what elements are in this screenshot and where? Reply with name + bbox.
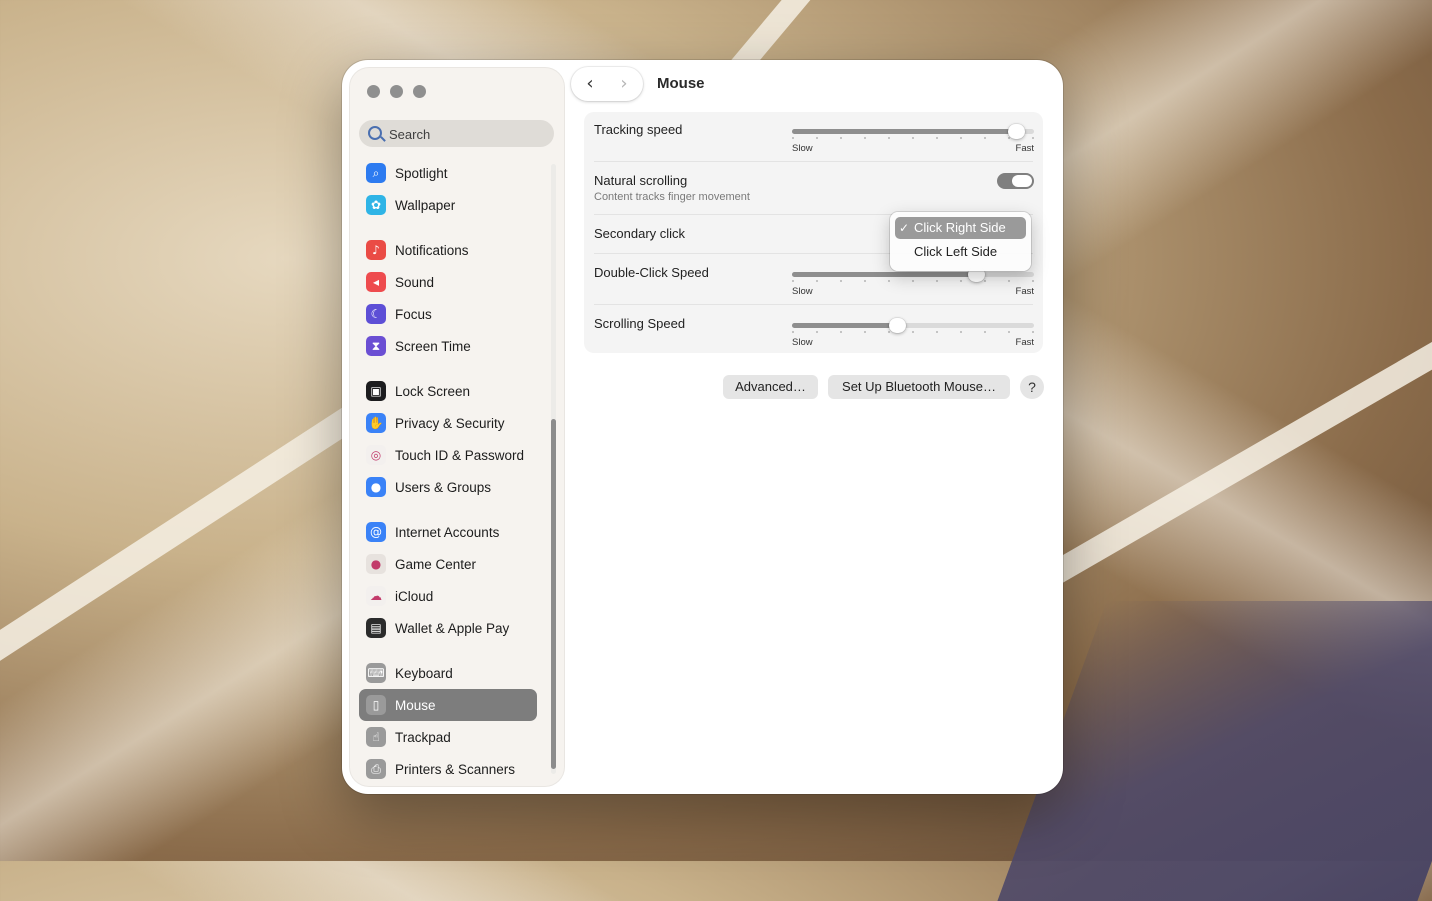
sidebar-scroll-thumb[interactable]: [551, 419, 556, 769]
wallpaper-stripe: [1034, 271, 1432, 593]
printer-icon: ⎙: [366, 759, 386, 779]
sidebar-item-notifications[interactable]: ♪ Notifications: [359, 234, 537, 266]
sidebar-item-wallet-apple-pay[interactable]: ▤ Wallet & Apple Pay: [359, 612, 537, 644]
privacy-hand-icon: ✋: [366, 413, 386, 433]
double-click-speed-label: Double-Click Speed: [594, 265, 709, 280]
sidebar-item-label: Focus: [395, 306, 432, 322]
wallet-icon: ▤: [366, 618, 386, 638]
sidebar-item-label: Mouse: [395, 697, 436, 713]
search-field[interactable]: [359, 120, 554, 147]
spotlight-icon: ⌕: [366, 163, 386, 183]
natural-scrolling-row: Natural scrolling Content tracks finger …: [594, 173, 1034, 213]
sidebar-item-focus[interactable]: ☾ Focus: [359, 298, 537, 330]
tracking-speed-knob[interactable]: [1008, 124, 1025, 139]
sidebar: ⌕ Spotlight ✿ Wallpaper ♪ Notifications ◂ Sound…: [349, 67, 565, 787]
sidebar-item-label: Internet Accounts: [395, 524, 500, 540]
sidebar-item-label: Trackpad: [395, 729, 451, 745]
slider-max-label: Fast: [1015, 286, 1034, 297]
sidebar-item-game-center[interactable]: ● Game Center: [359, 548, 537, 580]
lock-screen-icon: ▣: [366, 381, 386, 401]
sidebar-item-label: iCloud: [395, 588, 434, 604]
sidebar-item-label: Spotlight: [395, 165, 448, 181]
sidebar-item-printers-scanners[interactable]: ⎙ Printers & Scanners: [359, 753, 537, 785]
scrolling-speed-label: Scrolling Speed: [594, 316, 686, 331]
sidebar-item-label: Game Center: [395, 556, 477, 572]
notifications-icon: ♪: [366, 240, 386, 260]
sidebar-item-mouse[interactable]: ▯ Mouse: [359, 689, 537, 721]
tracking-speed-slider[interactable]: Slow Fast: [792, 116, 1034, 154]
natural-scrolling-label: Natural scrolling: [594, 173, 688, 188]
game-center-icon: ●: [366, 554, 386, 574]
scrolling-speed-slider[interactable]: Slow Fast: [792, 310, 1034, 348]
sidebar-item-touch-id-password[interactable]: ◎ Touch ID & Password: [359, 439, 537, 471]
focus-icon: ☾: [366, 304, 386, 324]
checkmark-icon: ✓: [899, 221, 910, 235]
sidebar-item-trackpad[interactable]: ☝ Trackpad: [359, 721, 537, 753]
sidebar-item-screen-time[interactable]: ⧗ Screen Time: [359, 330, 537, 362]
slider-min-label: Slow: [792, 286, 813, 297]
sidebar-item-spotlight[interactable]: ⌕ Spotlight: [359, 157, 537, 189]
forward-button[interactable]: ›: [614, 74, 634, 94]
sidebar-item-label: Sound: [395, 274, 435, 290]
sidebar-item-privacy-security[interactable]: ✋ Privacy & Security: [359, 407, 537, 439]
sidebar-scrollbar[interactable]: [551, 164, 556, 774]
sidebar-item-label: Screen Time: [395, 338, 471, 354]
back-button[interactable]: ‹: [580, 74, 600, 94]
minimize-window-button[interactable]: [390, 85, 403, 98]
sidebar-item-internet-accounts[interactable]: @ Internet Accounts: [359, 516, 537, 548]
fingerprint-icon: ◎: [366, 445, 386, 465]
advanced-button[interactable]: Advanced…: [723, 375, 818, 399]
double-click-speed-row: Double-Click Speed Slow Fast: [594, 265, 1034, 305]
secondary-click-label: Secondary click: [594, 226, 686, 241]
sidebar-item-label: Users & Groups: [395, 479, 492, 495]
sidebar-item-label: Lock Screen: [395, 383, 471, 399]
sidebar-item-label: Wallet & Apple Pay: [395, 620, 510, 636]
tracking-speed-row: Tracking speed Slow Fast: [594, 122, 1034, 162]
slider-max-label: Fast: [1015, 337, 1034, 348]
wallpaper-icon: ✿: [366, 195, 386, 215]
tracking-speed-label: Tracking speed: [594, 122, 683, 137]
scrolling-speed-knob[interactable]: [889, 318, 906, 333]
sidebar-item-users-groups[interactable]: ● Users & Groups: [359, 471, 537, 503]
mouse-icon: ▯: [366, 695, 386, 715]
secondary-click-menu: ✓ Click Right Side Click Left Side: [890, 212, 1031, 271]
sidebar-item-keyboard[interactable]: ⌨ Keyboard: [359, 657, 537, 689]
menu-item-click-left-side[interactable]: Click Left Side: [895, 241, 1026, 263]
keyboard-icon: ⌨: [366, 663, 386, 683]
menu-item-click-right-side[interactable]: ✓ Click Right Side: [895, 217, 1026, 239]
sidebar-item-label: Printers & Scanners: [395, 761, 516, 777]
slider-max-label: Fast: [1015, 143, 1034, 154]
slider-min-label: Slow: [792, 337, 813, 348]
divider: [594, 304, 1033, 305]
screen-time-icon: ⧗: [366, 336, 386, 356]
sidebar-item-sound[interactable]: ◂ Sound: [359, 266, 537, 298]
close-window-button[interactable]: [367, 85, 380, 98]
sidebar-item-lock-screen[interactable]: ▣ Lock Screen: [359, 375, 537, 407]
natural-scrolling-toggle[interactable]: [997, 173, 1034, 189]
sidebar-item-icloud[interactable]: ☁ iCloud: [359, 580, 537, 612]
sidebar-item-label: Keyboard: [395, 665, 453, 681]
sidebar-item-label: Privacy & Security: [395, 415, 505, 431]
icloud-icon: ☁: [366, 586, 386, 606]
sidebar-item-label: Wallpaper: [395, 197, 456, 213]
slider-min-label: Slow: [792, 143, 813, 154]
users-groups-icon: ●: [366, 477, 386, 497]
search-input[interactable]: [387, 123, 551, 145]
natural-scrolling-description: Content tracks finger movement: [594, 191, 750, 203]
navigation-buttons: ‹ ›: [571, 67, 643, 101]
sidebar-item-label: Notifications: [395, 242, 469, 258]
sound-icon: ◂: [366, 272, 386, 292]
sidebar-item-wallpaper[interactable]: ✿ Wallpaper: [359, 189, 537, 221]
search-icon: [368, 126, 382, 140]
settings-window: ⌕ Spotlight ✿ Wallpaper ♪ Notifications ◂ Sound…: [342, 60, 1063, 794]
trackpad-icon: ☝: [366, 727, 386, 747]
sidebar-item-label: Touch ID & Password: [395, 447, 525, 463]
page-title: Mouse: [657, 75, 705, 92]
help-button[interactable]: ?: [1020, 375, 1044, 399]
internet-accounts-icon: @: [366, 522, 386, 542]
zoom-window-button[interactable]: [413, 85, 426, 98]
scrolling-speed-row: Scrolling Speed Slow Fast: [594, 316, 1034, 356]
divider: [594, 161, 1033, 162]
setup-bluetooth-mouse-button[interactable]: Set Up Bluetooth Mouse…: [828, 375, 1010, 399]
